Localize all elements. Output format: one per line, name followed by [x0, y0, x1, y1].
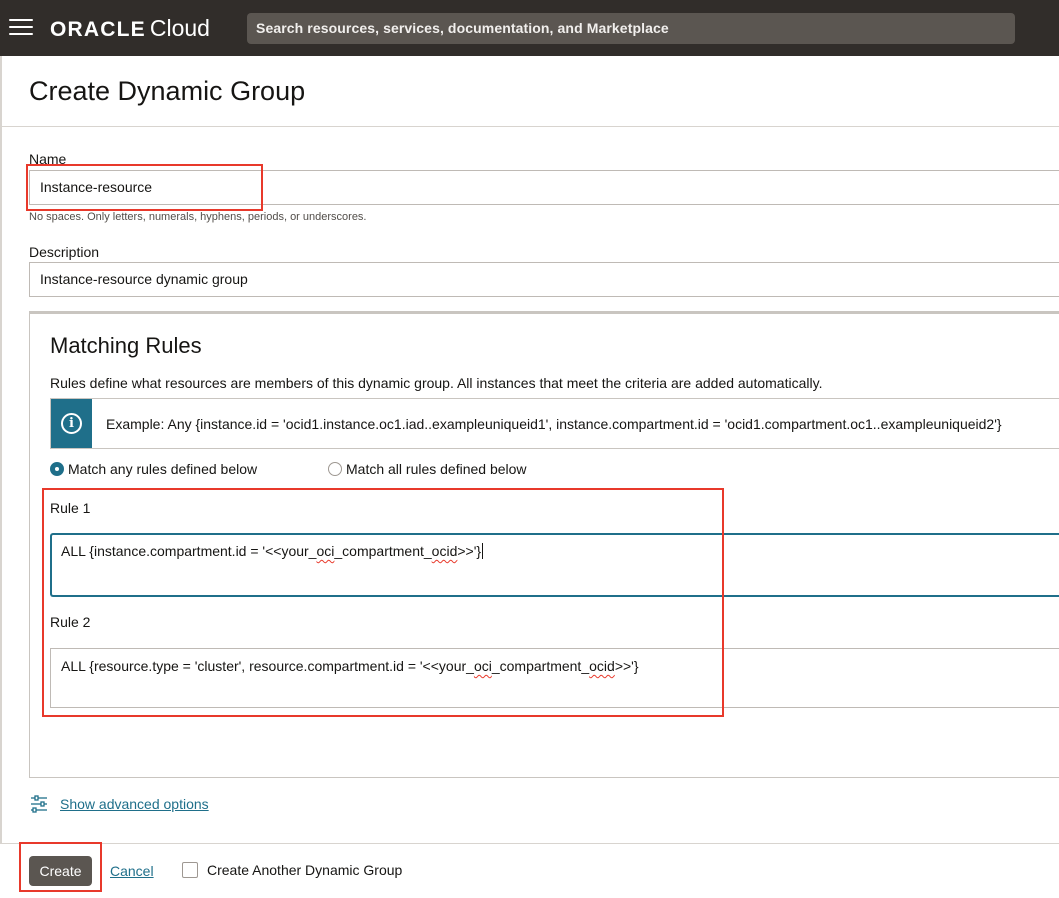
form-footer [0, 843, 1059, 898]
rule-2-spell-ocid: ocid [589, 658, 615, 674]
rule-1-spell-ocid: ocid [431, 543, 458, 559]
match-all-radio[interactable] [328, 462, 342, 476]
rule-2-spell-oci: oci [473, 658, 492, 674]
oracle-cloud-logo[interactable]: ORACLE Cloud [50, 15, 210, 43]
matching-rules-title: Matching Rules [50, 333, 202, 358]
rule-2-text-start: ALL {resource.type = 'cluster', resource… [61, 658, 474, 674]
top-navigation-bar: ORACLE Cloud Search resources, services, … [0, 0, 1059, 56]
left-divider [0, 127, 2, 845]
text-cursor [482, 543, 484, 559]
rule-1-label: Rule 1 [50, 500, 91, 516]
hamburger-menu-icon[interactable] [9, 19, 33, 37]
cancel-link[interactable]: Cancel [110, 863, 154, 879]
create-button[interactable]: Create [29, 856, 92, 886]
page-title: Create Dynamic Group [29, 76, 306, 106]
show-advanced-options[interactable]: Show advanced options [30, 795, 209, 813]
name-label: Name [29, 151, 67, 167]
match-any-radio[interactable] [50, 462, 64, 476]
rule-1-text-mid: _compartment_ [334, 543, 432, 559]
create-another-label: Create Another Dynamic Group [207, 862, 403, 878]
brand-product: Cloud [149, 15, 210, 41]
global-search-input[interactable]: Search resources, services, documentatio… [247, 13, 1015, 44]
rule-1-textarea[interactable]: ALL {instance.compartment.id = '<<your_o… [50, 533, 1059, 597]
match-any-label: Match any rules defined below [68, 461, 258, 477]
create-another-checkbox[interactable] [182, 862, 198, 878]
example-info-box: i Example: Any {instance.id = 'ocid1.ins… [50, 398, 1059, 449]
rule-2-text-end: >>'} [614, 658, 639, 674]
show-advanced-options-link[interactable]: Show advanced options [60, 796, 209, 812]
match-any-option[interactable]: Match any rules defined below [50, 460, 257, 478]
matching-rules-description: Rules define what resources are members … [50, 375, 823, 391]
description-label: Description [29, 244, 100, 260]
brand-name: ORACLE [50, 18, 146, 41]
sliders-icon [31, 795, 47, 813]
match-all-label: Match all rules defined below [346, 461, 527, 477]
rule-1-spell-oci: oci [316, 543, 335, 559]
rule-1-text-end: >>'} [457, 543, 482, 559]
name-hint: No spaces. Only letters, numerals, hyphe… [29, 211, 367, 223]
rule-2-label: Rule 2 [50, 614, 91, 630]
name-input[interactable]: Instance-resource [29, 170, 1059, 205]
rule-2-textarea[interactable]: ALL {resource.type = 'cluster', resource… [50, 648, 1059, 708]
rule-1-text-start: ALL {instance.compartment.id = '<<your_ [61, 543, 317, 559]
match-all-option[interactable]: Match all rules defined below [328, 460, 527, 478]
info-example-text: Example: Any {instance.id = 'ocid1.insta… [106, 416, 1002, 432]
description-input[interactable]: Instance-resource dynamic group [29, 262, 1059, 297]
info-icon: i [61, 413, 82, 434]
page-header: Create Dynamic Group [0, 56, 1059, 127]
info-strip: i [51, 399, 92, 448]
rule-2-text-mid: _compartment_ [491, 658, 590, 674]
